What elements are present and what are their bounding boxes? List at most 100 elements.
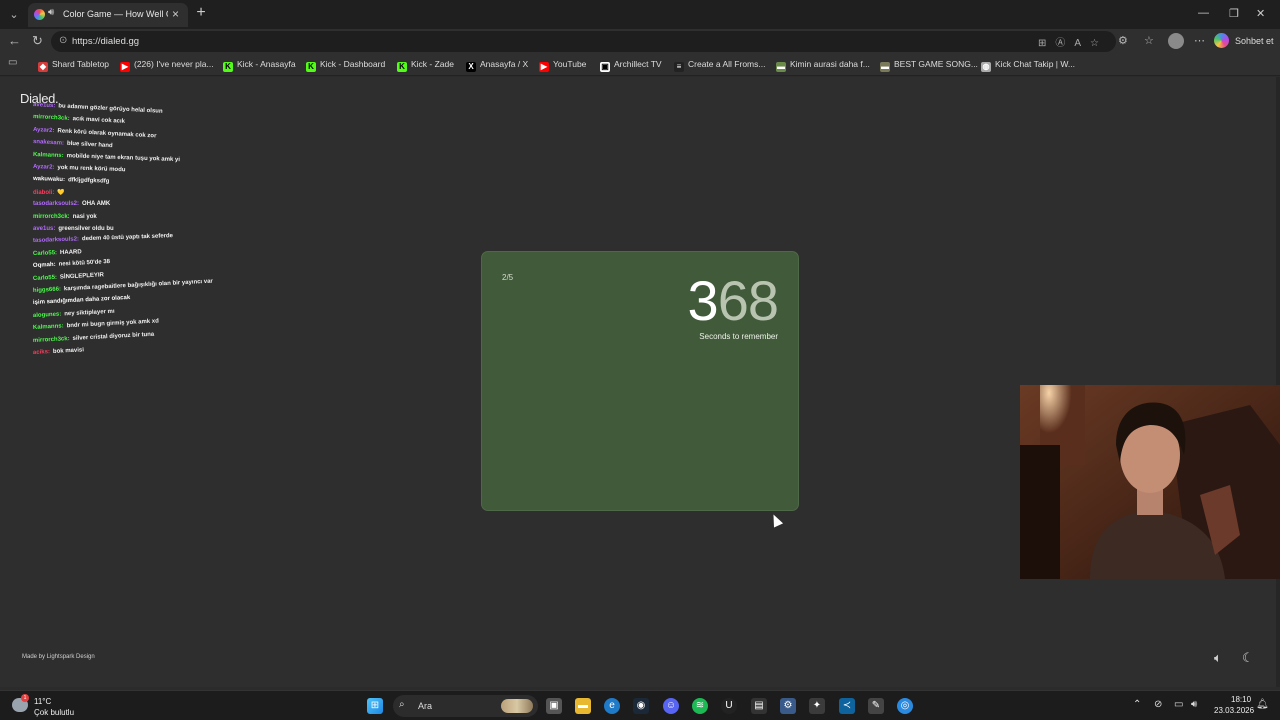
search-icon: ⌕ xyxy=(399,699,405,710)
notifications-icon[interactable]: 🔔︎ xyxy=(1256,699,1269,710)
chat-username: Carlo55: xyxy=(32,249,58,257)
bookmark-item[interactable]: K Kick - Anasayfa xyxy=(223,59,296,72)
copilot-button[interactable]: Sohbet et xyxy=(1214,32,1276,50)
chat-username: Oqmah: xyxy=(32,262,56,270)
chat-text: karşımda ragebaitlere bağışıklığı olan b… xyxy=(63,278,214,293)
restore-icon[interactable]: ❐ xyxy=(1229,7,1239,20)
dark-mode-icon[interactable]: ☾ xyxy=(1242,650,1254,666)
chat-username: Ayzar2: xyxy=(32,126,55,134)
bookmarks-bar: ▭ ◆ Shard Tabletop ▶ (226) I've never pla..… xyxy=(0,54,1280,76)
refresh-icon[interactable]: ↻ xyxy=(32,33,43,49)
tab-list-icon[interactable]: ⌄ xyxy=(5,6,23,24)
bookmark-item[interactable]: ▶ YouTube xyxy=(539,59,586,72)
site-info-icon[interactable]: ⊙ xyxy=(59,35,67,46)
more-menu-icon[interactable]: ⋯ xyxy=(1194,34,1205,47)
bookmark-item[interactable]: ≡ Create a All Froms... xyxy=(674,59,765,72)
chat-username: Kalmanns: xyxy=(32,151,64,159)
clock-date[interactable]: 23.03.2026 xyxy=(1214,706,1254,715)
extensions-icon[interactable]: ⚙ xyxy=(1118,34,1128,47)
app-icon[interactable]: ▤ xyxy=(751,698,767,714)
bookmark-label: Kimin aurasi daha f... xyxy=(790,59,870,69)
chat-text: ney siktiplayer mı xyxy=(64,308,115,318)
discord-icon[interactable]: ☺ xyxy=(663,698,679,714)
footer-credit[interactable]: Made by Lightspark Design xyxy=(22,654,95,660)
start-menu-icon[interactable]: ⊞ xyxy=(367,698,383,714)
timer-caption: Seconds to remember xyxy=(699,332,778,341)
bookmark-item[interactable]: ▬ Kimin aurasi daha f... xyxy=(776,59,870,72)
weather-temperature: 11°C xyxy=(34,697,52,706)
bookmark-item[interactable]: X Anasayfa / X xyxy=(466,59,528,72)
browser-app-icon[interactable]: ◎ xyxy=(897,698,913,714)
chat-text: Renk körü olarak oynamak cok zor xyxy=(57,128,157,140)
chat-username: ave1us: xyxy=(33,226,56,232)
steam-icon[interactable]: ◉ xyxy=(633,698,649,714)
unreal-engine-icon[interactable]: U xyxy=(721,698,737,714)
chat-username: snakesam: xyxy=(32,139,65,147)
chat-username: tasodarksouls2: xyxy=(33,201,80,208)
monitor-icon[interactable]: ▭ xyxy=(1174,699,1183,710)
gear-app-icon[interactable]: ⚙ xyxy=(780,698,796,714)
chat-username: ave1us: xyxy=(32,102,56,110)
vscode-icon[interactable]: ≺ xyxy=(839,698,855,714)
timer-rest-digits: 68 xyxy=(717,269,779,332)
bookmark-item[interactable]: K Kick - Zade xyxy=(397,59,454,72)
chat-message: ave1us: bu adamın gözler görüyo helal ols… xyxy=(33,102,163,115)
tier-icon: ≡ xyxy=(674,62,684,72)
favorites-icon[interactable]: ☆ xyxy=(1144,34,1154,47)
notification-badge: 1 xyxy=(21,694,29,702)
chat-username: wakuwaku: xyxy=(32,176,66,184)
tab-title: Color Game — How Well Can xyxy=(63,9,168,19)
streamer-video xyxy=(1020,385,1280,579)
bookmark-item[interactable]: ▣ Archillect TV xyxy=(600,59,662,72)
notes-app-icon[interactable]: ✎ xyxy=(868,698,884,714)
clock-time[interactable]: 18:10 xyxy=(1231,695,1251,704)
network-muted-icon[interactable]: ⊘ xyxy=(1154,699,1162,710)
edge-browser-icon[interactable]: e xyxy=(604,698,620,714)
round-counter: 2/5 xyxy=(502,273,514,282)
active-tab[interactable]: 🔊︎ Color Game — How Well Can × xyxy=(28,3,188,27)
minimize-icon[interactable]: — xyxy=(1198,7,1209,19)
chat-message: diaboli: 💛 xyxy=(33,189,65,196)
taskbar: 1 11°C Çok bulutlu ⊞ ⌕ Ara ▣ ▬ e ◉ ☺ ≋ U… xyxy=(0,690,1280,720)
file-explorer-icon[interactable]: ▬ xyxy=(575,698,591,714)
page-scrollbar[interactable] xyxy=(1276,77,1280,687)
profile-avatar[interactable] xyxy=(1168,33,1184,49)
close-tab-icon[interactable]: × xyxy=(172,7,179,21)
chat-message: Ayzar2: Renk körü olarak oynamak cok zor xyxy=(33,127,157,139)
page-content: Dialed. ave1us: bu adamın gözler görüyo h… xyxy=(0,77,1276,687)
shard-icon: ◆ xyxy=(38,62,48,72)
bookmark-item[interactable]: ▬ BEST GAME SONG... xyxy=(880,59,978,72)
url-text[interactable]: https://dialed.gg xyxy=(72,36,139,47)
sound-toggle-icon[interactable]: 🔈︎ xyxy=(1214,650,1222,666)
weather-widget[interactable]: 1 11°C Çok bulutlu xyxy=(12,694,82,717)
color-card: 2/5 368 Seconds to remember xyxy=(481,251,799,511)
speaker-icon[interactable]: 🔊︎ xyxy=(48,7,54,18)
spotify-icon[interactable]: ≋ xyxy=(692,698,708,714)
archillect-icon: ▣ xyxy=(600,62,610,72)
chat-username: mirrorch3ck: xyxy=(33,213,70,220)
volume-icon[interactable]: 🔊︎ xyxy=(1191,699,1197,710)
chat-message: mirrorch3ck: silver cristal diyoruz bir t… xyxy=(33,331,155,343)
sidebar-toggle-icon[interactable]: ▭ xyxy=(8,57,17,68)
page-icon: ▬ xyxy=(776,62,786,72)
back-icon[interactable]: ← xyxy=(8,33,21,48)
bookmark-item[interactable]: K Kick - Dashboard xyxy=(306,59,385,72)
chat-text: 💛 xyxy=(57,189,65,196)
new-tab-button[interactable]: + xyxy=(192,4,210,22)
pin-app-icon[interactable]: ✦ xyxy=(809,698,825,714)
task-view-icon[interactable]: ▣ xyxy=(546,698,562,714)
chevron-up-icon[interactable]: ⌃ xyxy=(1133,699,1141,710)
taskbar-search[interactable]: ⌕ Ara xyxy=(393,695,538,717)
bookmark-item[interactable]: ▶ (226) I've never pla... xyxy=(120,59,214,72)
bookmark-item[interactable]: ◍ Kick Chat Takip | W... xyxy=(981,59,1075,72)
bookmark-item[interactable]: ◆ Shard Tabletop xyxy=(38,59,109,72)
chat-username: işim sandığımdan daha zor olacak xyxy=(32,295,131,307)
address-bar-actions[interactable]: ⊞ⒶA☆ xyxy=(1038,34,1108,49)
youtube-icon: ▶ xyxy=(120,62,130,72)
copilot-icon xyxy=(1214,33,1229,48)
chat-text: blue silver hand xyxy=(66,140,113,150)
chat-text: bu adamın gözler görüyo helal olsun xyxy=(58,103,163,115)
address-bar[interactable]: ⊙ https://dialed.gg xyxy=(51,31,1116,52)
chat-text: nasi yok xyxy=(72,213,97,220)
close-window-icon[interactable]: ✕ xyxy=(1256,7,1265,20)
